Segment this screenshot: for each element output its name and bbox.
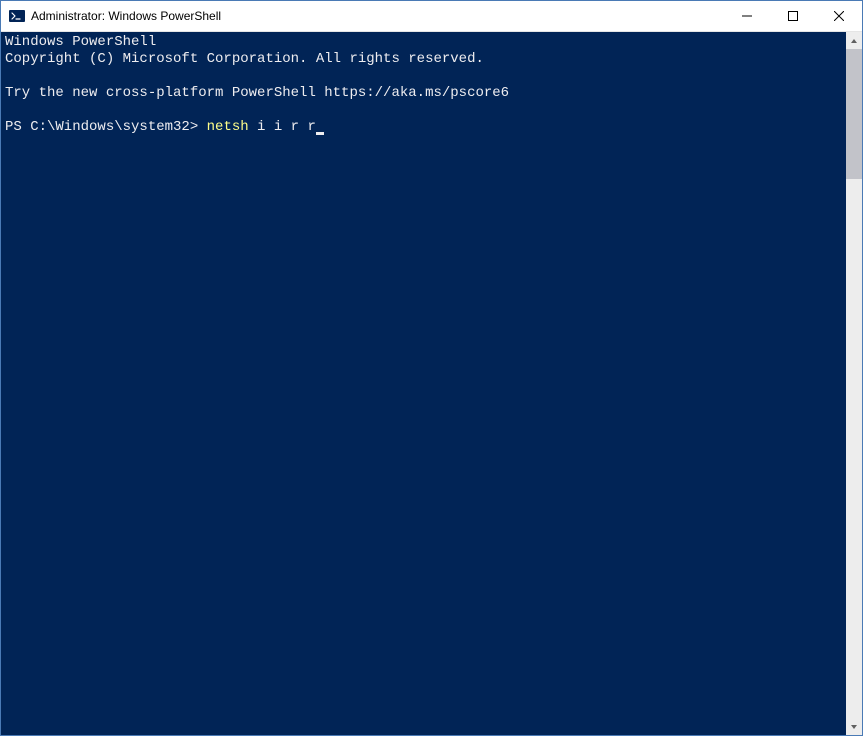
titlebar[interactable]: Administrator: Windows PowerShell — [1, 1, 862, 32]
minimize-button[interactable] — [724, 1, 770, 31]
maximize-icon — [788, 11, 798, 21]
terminal-copyright-line: Copyright (C) Microsoft Corporation. All… — [5, 51, 484, 67]
close-button[interactable] — [816, 1, 862, 31]
terminal-tip-line: Try the new cross-platform PowerShell ht… — [5, 85, 509, 101]
window-controls — [724, 1, 862, 31]
terminal-args: i i r r — [249, 119, 316, 135]
maximize-button[interactable] — [770, 1, 816, 31]
terminal-command: netsh — [207, 119, 249, 135]
close-icon — [834, 11, 844, 21]
scroll-up-button[interactable] — [846, 32, 862, 49]
scrollbar-track[interactable] — [846, 49, 862, 718]
scrollbar-thumb[interactable] — [846, 49, 862, 179]
scroll-down-icon — [850, 723, 858, 731]
powershell-window: Administrator: Windows PowerShell Windo — [0, 0, 863, 736]
minimize-icon — [742, 11, 752, 21]
terminal-area: Windows PowerShell Copyright (C) Microso… — [1, 32, 862, 735]
vertical-scrollbar[interactable] — [846, 32, 862, 735]
terminal-header-line: Windows PowerShell — [5, 34, 156, 50]
powershell-icon — [9, 8, 25, 24]
window-title: Administrator: Windows PowerShell — [31, 9, 724, 23]
terminal-content[interactable]: Windows PowerShell Copyright (C) Microso… — [1, 32, 846, 735]
scroll-up-icon — [850, 37, 858, 45]
scroll-down-button[interactable] — [846, 718, 862, 735]
terminal-cursor — [316, 132, 324, 135]
terminal-prompt: PS C:\Windows\system32> — [5, 119, 207, 135]
